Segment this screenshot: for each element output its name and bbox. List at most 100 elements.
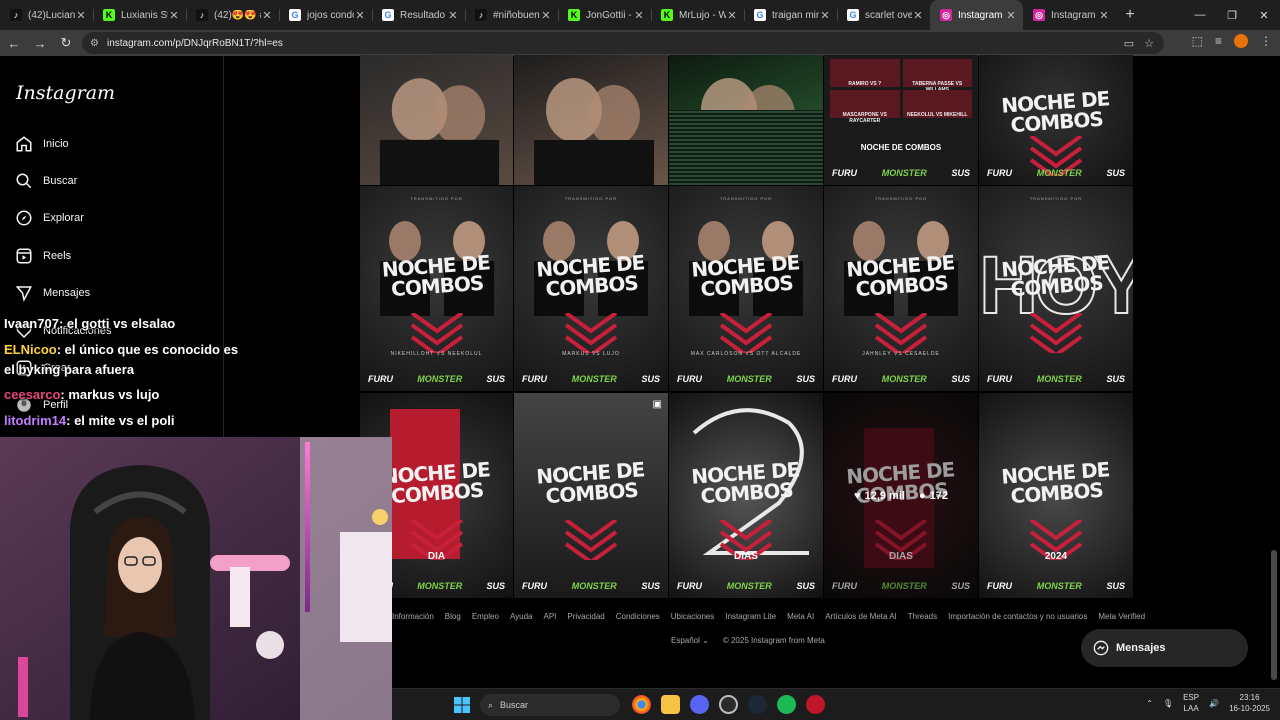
tab-title: scarlet overl [865,9,912,21]
post-tile[interactable]: TRANSMITIDO POR NOCHE DE COMBOS MARKUS VS … [514,186,668,391]
footer-link[interactable]: Threads [908,612,937,621]
reload-button[interactable]: ↻ [54,35,78,51]
monster-logo: MONSTER [726,581,772,591]
sidebar-item-reels[interactable]: Reels [14,241,210,271]
close-tab-icon[interactable]: ✕ [75,9,87,22]
tab-title: JonGottii - V [586,9,633,21]
post-tile[interactable]: TRANSMITIDO POR HOY NOCHE DE COMBOS FURU MON… [979,186,1133,391]
browser-tab[interactable]: K JonGottii - V✕ [558,0,651,30]
post-tile[interactable]: NOCHE DE COMBOS FURU MONSTER SUS [979,55,1133,185]
obs-icon[interactable] [806,695,825,714]
footer-link[interactable]: Importación de contactos y no usuarios [948,612,1087,621]
tab-title: Luxianis Stre [121,9,168,21]
sidebar-item-mensajes[interactable]: Mensajes [14,278,210,308]
taskbar-search[interactable]: ⌕ Buscar [480,694,620,716]
minimize-button[interactable]: — [1184,0,1216,30]
close-tab-icon[interactable]: ✕ [912,9,924,22]
post-tile[interactable]: NOCHE DE COMBOS FURU MONSTER SUS ▣ [514,393,668,598]
close-tab-icon[interactable]: ✕ [726,9,738,22]
microphone-icon[interactable]: 🎙 [1163,699,1173,708]
bookmark-star-icon[interactable]: ☆ [1144,37,1154,50]
browser-tab[interactable]: ◎ Instagram ✕ [1023,0,1116,30]
messages-float-button[interactable]: Mensajes [1081,629,1248,667]
footer-link[interactable]: Ubicaciones [671,612,715,621]
address-bar[interactable]: ⚙ instagram.com/p/DNJqrRoBN1T/?hl=es ▭ ☆ [82,32,1164,54]
sidebar-item-explorar[interactable]: Explorar [14,203,210,233]
post-tile[interactable]: TRANSMITIDO POR NOCHE DE COMBOS NIKEHILLOH… [360,186,513,391]
sidebar-item-inicio[interactable]: Inicio [14,129,210,159]
profile-avatar[interactable] [1234,34,1248,48]
close-tab-icon[interactable]: ✕ [540,9,552,22]
spotify-icon[interactable] [777,695,796,714]
footer-link[interactable]: Ayuda [510,612,533,621]
chat-text: el byking para afuera [4,362,135,377]
sidebar-item-buscar[interactable]: Buscar [14,166,210,196]
close-tab-icon[interactable]: ✕ [819,9,831,22]
restore-button[interactable]: ❐ [1216,0,1248,30]
post-tile[interactable] [514,55,668,185]
browser-tab[interactable]: Gtraigan mina✕ [744,0,837,30]
volume-icon[interactable]: 🔊 [1209,699,1219,708]
close-tab-icon[interactable]: ✕ [168,9,180,22]
page-scrollbar[interactable] [1270,58,1278,718]
footer-link[interactable]: Información [392,612,434,621]
post-tile[interactable]: NOCHE DE COMBOS DIAS FURU MONSTER SUS ♥ 12,9 m… [824,393,978,598]
input-language[interactable]: ESP LAA [1183,692,1199,714]
close-tab-icon[interactable]: ✕ [633,9,645,22]
footer-link[interactable]: Privacidad [567,612,604,621]
browser-tab[interactable]: Gjojos condon✕ [279,0,372,30]
browser-tab[interactable]: ◎ Instagram ✕ [930,0,1023,30]
footer-link[interactable]: Condiciones [616,612,660,621]
matchup-label: RAMIRO VS ? [830,59,900,87]
back-button[interactable]: ← [2,36,26,51]
close-tab-icon[interactable]: ✕ [261,9,273,22]
footer-link[interactable]: Meta AI [787,612,814,621]
post-tile[interactable]: RAMIRO VS ?TABERNA PASSE VS WILLAMSMASCA… [824,55,978,185]
browser-tab[interactable]: K MrLujo - Wa✕ [651,0,744,30]
footer-link[interactable]: Blog [445,612,461,621]
app-icon[interactable] [719,695,738,714]
media-controls-icon[interactable]: ≡ [1215,34,1222,48]
extensions-icon[interactable]: ⬚ [1192,34,1203,48]
post-tile[interactable] [669,55,823,185]
steam-icon[interactable] [748,695,767,714]
post-tile[interactable]: NOCHE DE COMBOS 2024 FURU MONSTER SUS [979,393,1133,598]
browser-tab[interactable]: ♪ (42)😍😍 # ✕ [186,0,279,30]
close-tab-icon[interactable]: ✕ [1098,9,1110,22]
language-selector[interactable]: Español ⌄ [671,636,709,645]
fight-matchup: JAHNLEY VS CESAELDE [862,351,940,357]
instagram-logo[interactable]: Instagram [16,82,115,104]
browser-tab[interactable]: Gscarlet overl✕ [837,0,930,30]
close-tab-icon[interactable]: ✕ [354,9,366,22]
browser-tab[interactable]: K Luxianis Stre✕ [93,0,186,30]
footer-link[interactable]: API [543,612,556,621]
footer-link[interactable]: Empleo [472,612,499,621]
footer-link[interactable]: Artículos de Meta AI [825,612,897,621]
close-tab-icon[interactable]: ✕ [447,9,459,22]
poster-title: NOCHE DE COMBOS [1000,86,1111,138]
post-tile[interactable] [360,55,513,185]
forward-button[interactable]: → [28,36,52,51]
clock[interactable]: 23:16 16-10-2025 [1229,692,1270,714]
close-tab-icon[interactable]: ✕ [1005,9,1017,22]
install-app-icon[interactable]: ▭ [1124,37,1134,50]
browser-tab[interactable]: ♪ (42)Luciana✕ [0,0,93,30]
browser-tab[interactable]: G Resultado de✕ [372,0,465,30]
post-tile[interactable]: NOCHE DE COMBOS DIAS FURU MONSTER SUS [669,393,823,598]
new-tab-button[interactable]: + [1116,0,1144,30]
scrollbar-thumb[interactable] [1271,550,1277,680]
menu-icon[interactable]: ⋮ [1260,34,1272,48]
footer-link[interactable]: Meta Verified [1098,612,1145,621]
chrome-icon[interactable] [632,695,651,714]
file-explorer-icon[interactable] [661,695,680,714]
footer-link[interactable]: Instagram Lite [725,612,776,621]
post-tile[interactable]: TRANSMITIDO POR NOCHE DE COMBOS MAX CARLOS… [669,186,823,391]
close-window-button[interactable]: ✕ [1248,0,1280,30]
site-info-icon[interactable]: ⚙ [90,38,99,49]
windows-start-icon[interactable] [454,697,470,713]
sidebar-item-label: Buscar [43,175,78,187]
post-tile[interactable]: TRANSMITIDO POR NOCHE DE COMBOS JAHNLEY VS… [824,186,978,391]
browser-tab[interactable]: ♪ #niñobuenc ✕ [465,0,558,30]
discord-icon[interactable] [690,695,709,714]
tray-chevron-icon[interactable]: ⌃ [1146,699,1153,708]
